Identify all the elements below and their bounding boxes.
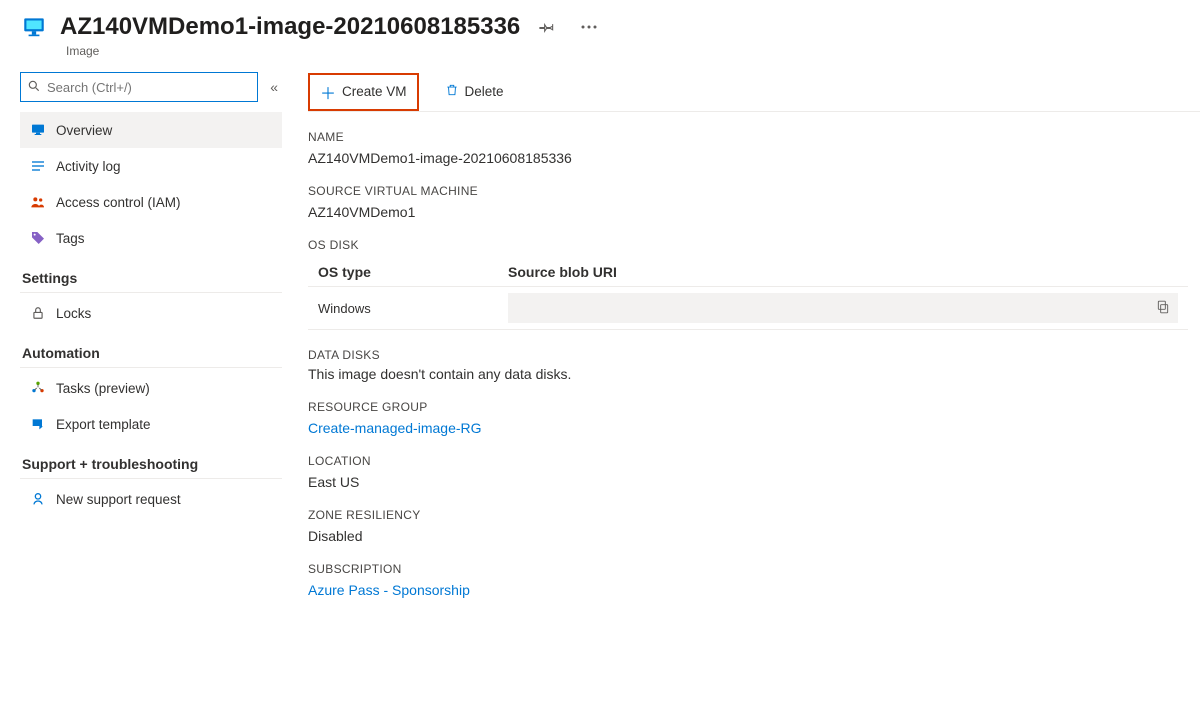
divider bbox=[20, 367, 282, 368]
export-icon bbox=[30, 416, 46, 432]
section-settings: Settings bbox=[22, 270, 282, 286]
col-os-type: OS type bbox=[318, 264, 508, 280]
sidebar-item-tasks[interactable]: Tasks (preview) bbox=[20, 370, 282, 406]
sidebar-item-label: Activity log bbox=[56, 159, 121, 174]
sidebar-item-label: Access control (IAM) bbox=[56, 195, 181, 210]
image-resource-icon bbox=[20, 13, 48, 41]
os-type-value: Windows bbox=[318, 301, 508, 316]
list-icon bbox=[30, 158, 46, 174]
name-value: AZ140VMDemo1-image-20210608185336 bbox=[308, 150, 1200, 166]
sidebar-item-export-template[interactable]: Export template bbox=[20, 406, 282, 442]
subscription-label: SUBSCRIPTION bbox=[308, 562, 1200, 576]
button-label: Delete bbox=[465, 84, 504, 99]
source-blob-uri-value[interactable] bbox=[508, 293, 1178, 323]
os-disk-table: OS type Source blob URI Windows bbox=[308, 258, 1188, 330]
monitor-icon bbox=[30, 122, 46, 138]
subscription-link[interactable]: Azure Pass - Sponsorship bbox=[308, 582, 1200, 598]
sidebar-item-label: Locks bbox=[56, 306, 91, 321]
tasks-icon bbox=[30, 380, 46, 396]
support-icon bbox=[30, 491, 46, 507]
zone-resiliency-value: Disabled bbox=[308, 528, 1200, 544]
plus-icon: ＋ bbox=[320, 80, 336, 104]
delete-button[interactable]: Delete bbox=[437, 79, 512, 104]
sidebar-item-overview[interactable]: Overview bbox=[20, 112, 282, 148]
divider bbox=[20, 478, 282, 479]
sidebar-item-label: New support request bbox=[56, 492, 181, 507]
source-vm-label: SOURCE VIRTUAL MACHINE bbox=[308, 184, 1200, 198]
search-icon bbox=[27, 79, 41, 96]
sidebar: « Overview Activity log Access control (… bbox=[20, 72, 282, 608]
collapse-sidebar-button[interactable]: « bbox=[266, 75, 282, 99]
button-label: Create VM bbox=[342, 84, 407, 99]
sidebar-item-label: Tasks (preview) bbox=[56, 381, 150, 396]
copy-icon[interactable] bbox=[1156, 300, 1170, 317]
resource-type-label: Image bbox=[66, 44, 1200, 58]
name-label: NAME bbox=[308, 130, 1200, 144]
section-support: Support + troubleshooting bbox=[22, 456, 282, 472]
sidebar-item-label: Overview bbox=[56, 123, 112, 138]
people-icon bbox=[30, 194, 46, 210]
tag-icon bbox=[30, 230, 46, 246]
os-disk-label: OS DISK bbox=[308, 238, 1200, 252]
lock-icon bbox=[30, 305, 46, 321]
resource-group-label: RESOURCE GROUP bbox=[308, 400, 1200, 414]
trash-icon bbox=[445, 83, 459, 100]
sidebar-item-activity-log[interactable]: Activity log bbox=[20, 148, 282, 184]
sidebar-item-new-support-request[interactable]: New support request bbox=[20, 481, 282, 517]
pin-button[interactable] bbox=[532, 12, 562, 42]
more-button[interactable] bbox=[574, 12, 604, 42]
toolbar: ＋ Create VM Delete bbox=[308, 72, 1200, 112]
search-input[interactable] bbox=[41, 79, 251, 96]
sidebar-item-access-control[interactable]: Access control (IAM) bbox=[20, 184, 282, 220]
sidebar-item-tags[interactable]: Tags bbox=[20, 220, 282, 256]
data-disks-label: DATA DISKS bbox=[308, 348, 1200, 362]
sidebar-item-label: Export template bbox=[56, 417, 151, 432]
col-source-blob-uri: Source blob URI bbox=[508, 264, 1178, 280]
zone-resiliency-label: ZONE RESILIENCY bbox=[308, 508, 1200, 522]
divider bbox=[20, 292, 282, 293]
search-box[interactable] bbox=[20, 72, 258, 102]
create-vm-button[interactable]: ＋ Create VM bbox=[308, 73, 419, 111]
main-content: ＋ Create VM Delete NAME AZ140VMDemo1-ima… bbox=[282, 72, 1200, 608]
page-title: AZ140VMDemo1-image-20210608185336 bbox=[60, 13, 520, 41]
resource-group-link[interactable]: Create-managed-image-RG bbox=[308, 420, 1200, 436]
source-vm-value: AZ140VMDemo1 bbox=[308, 204, 1200, 220]
section-automation: Automation bbox=[22, 345, 282, 361]
sidebar-item-label: Tags bbox=[56, 231, 85, 246]
location-value: East US bbox=[308, 474, 1200, 490]
table-row: Windows bbox=[308, 287, 1188, 330]
location-label: LOCATION bbox=[308, 454, 1200, 468]
sidebar-item-locks[interactable]: Locks bbox=[20, 295, 282, 331]
data-disks-value: This image doesn't contain any data disk… bbox=[308, 366, 1200, 382]
